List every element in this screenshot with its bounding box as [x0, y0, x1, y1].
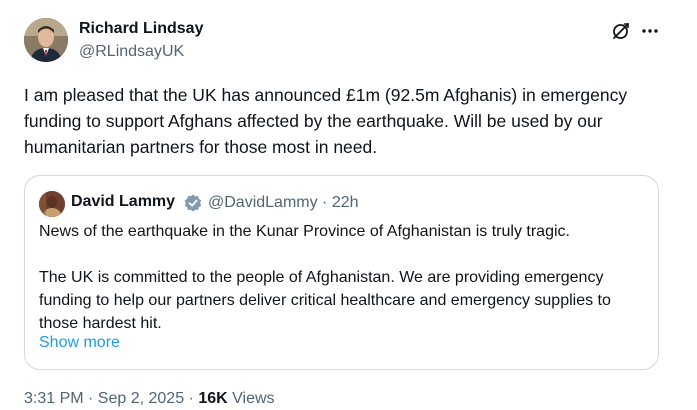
quote-author-name[interactable]: David Lammy [71, 193, 175, 211]
more-icon-glyph [642, 29, 658, 33]
verified-badge-glyph [184, 194, 202, 212]
quoted-tweet[interactable]: David Lammy @DavidLammy · 22h News of th… [24, 175, 659, 370]
quote-author-handle-time[interactable]: @DavidLammy · 22h [208, 194, 359, 212]
tweet-timestamp[interactable]: 3:31 PM · Sep 2, 2025 · [24, 390, 198, 407]
grok-icon-glyph [613, 23, 629, 39]
tweet-card: Richard Lindsay @RLindsayUK I am pleased… [0, 0, 697, 410]
views-count[interactable]: 16K [198, 390, 227, 407]
verified-badge-icon [183, 193, 203, 213]
author-avatar-image [24, 18, 68, 62]
quote-paragraph-2: The UK is committed to the people of Afg… [39, 269, 611, 332]
show-more-link[interactable]: Show more [39, 334, 120, 352]
author-avatar[interactable] [24, 18, 68, 62]
quote-author-avatar[interactable] [39, 191, 65, 217]
quote-avatar-image [39, 191, 65, 217]
author-name[interactable]: Richard Lindsay [79, 20, 203, 38]
tweet-meta: 3:31 PM · Sep 2, 2025 · 16K Views [24, 390, 275, 408]
author-handle[interactable]: @RLindsayUK [79, 43, 184, 61]
grok-icon[interactable] [610, 20, 632, 42]
more-icon[interactable] [639, 20, 661, 42]
tweet-text: I am pleased that the UK has announced £… [24, 85, 628, 157]
quote-body: News of the earthquake in the Kunar Prov… [39, 220, 644, 335]
views-label: Views [227, 390, 275, 407]
quote-paragraph-1: News of the earthquake in the Kunar Prov… [39, 223, 570, 240]
